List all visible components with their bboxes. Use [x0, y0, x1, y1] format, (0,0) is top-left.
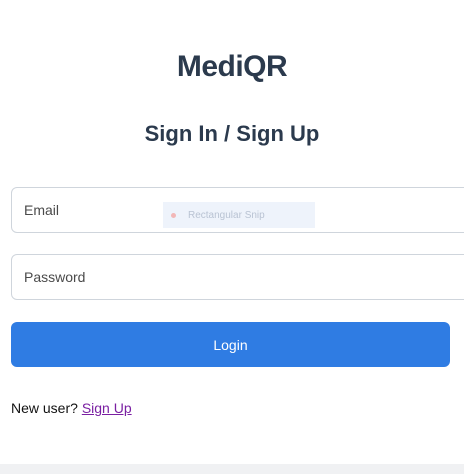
page-heading: Sign In / Sign Up — [144, 121, 320, 146]
rectangular-snip-tooltip: Rectangular Snip — [163, 202, 315, 228]
login-page: MediQR Sign In / Sign Up Rectangular Sni… — [0, 0, 464, 474]
password-field[interactable] — [11, 254, 464, 300]
signup-row: New user? Sign Up — [11, 400, 132, 416]
login-button[interactable]: Login — [11, 322, 450, 367]
signup-prompt: New user? — [11, 400, 78, 416]
footer-bar — [0, 464, 464, 474]
signup-link[interactable]: Sign Up — [82, 400, 132, 416]
snip-icon — [171, 212, 176, 218]
snip-label: Rectangular Snip — [188, 209, 265, 221]
app-title: MediQR — [176, 50, 288, 83]
